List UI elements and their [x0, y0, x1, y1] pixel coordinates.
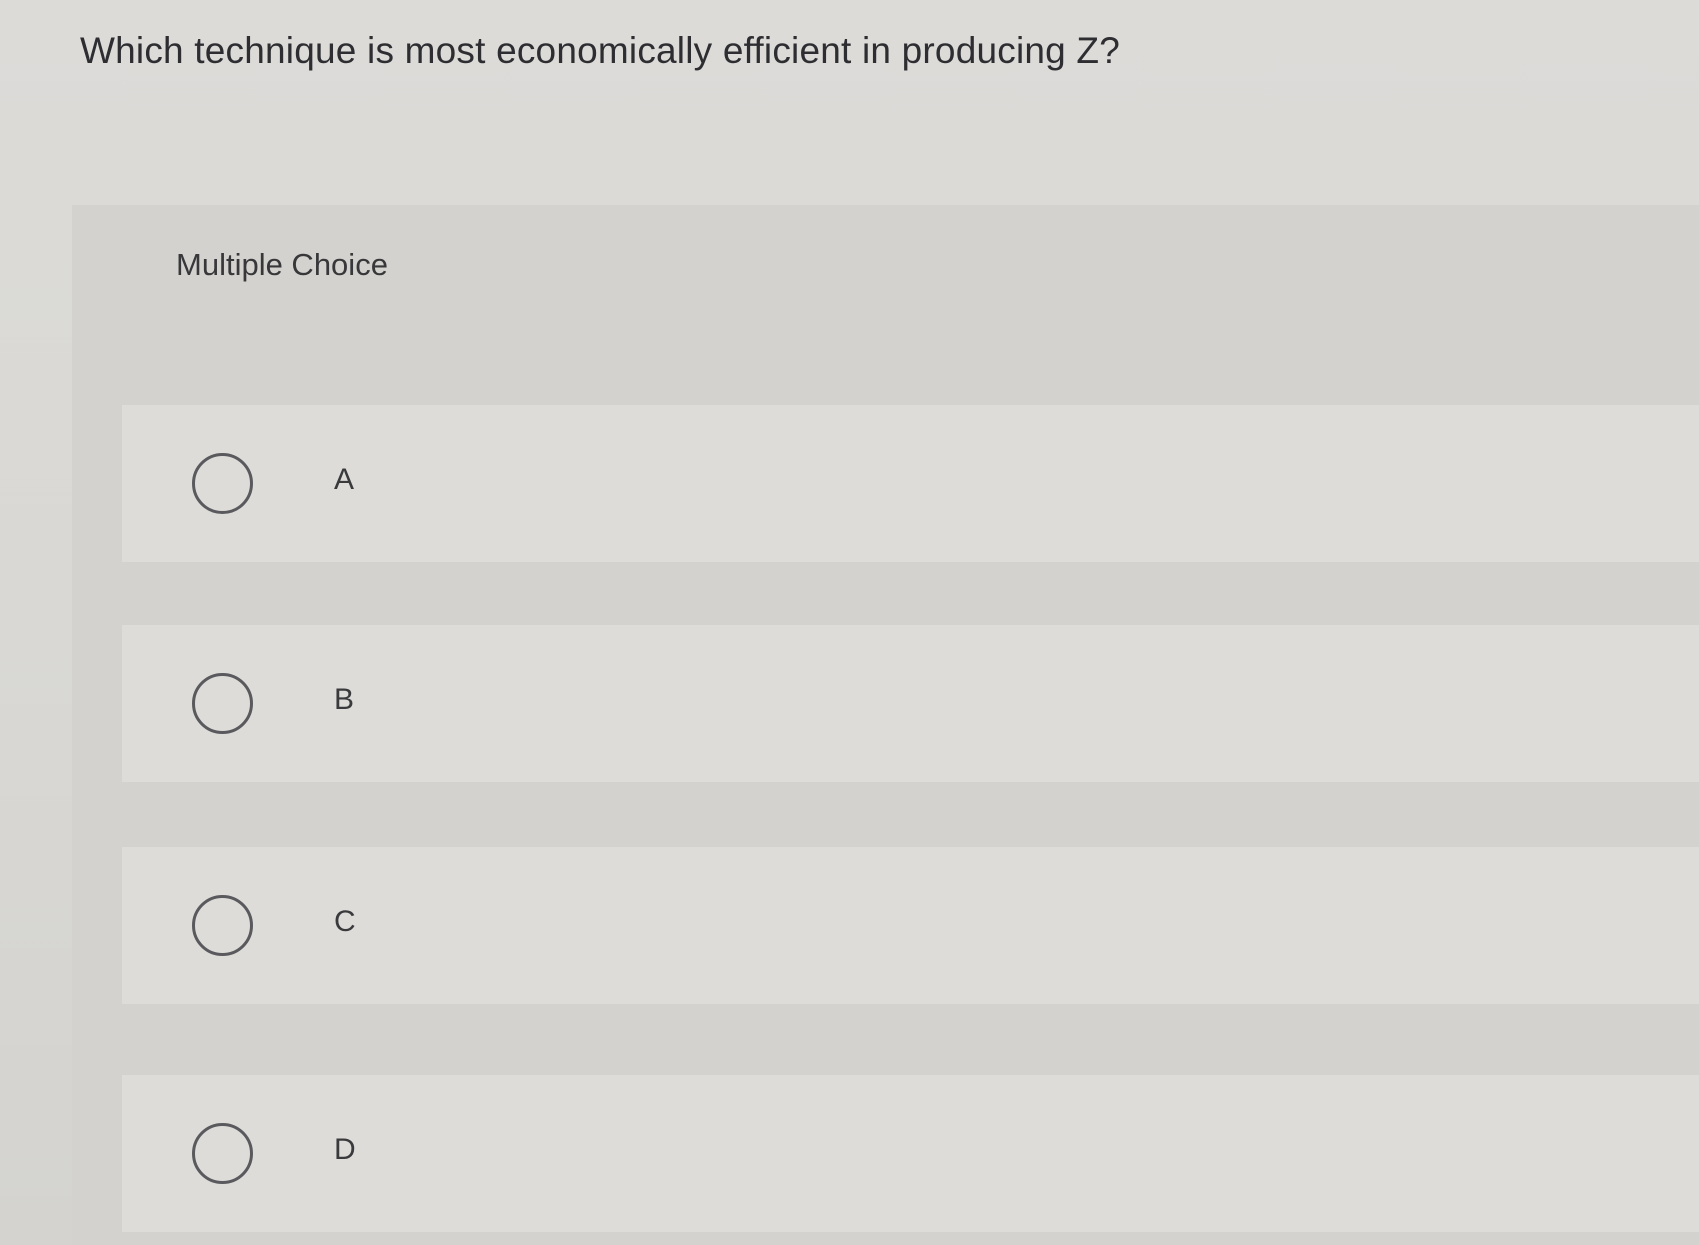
radio-button-b[interactable]: [192, 673, 253, 734]
option-a-label[interactable]: A: [334, 463, 354, 497]
radio-button-d[interactable]: [192, 1123, 253, 1184]
multiple-choice-panel: Multiple Choice A B C D: [72, 205, 1699, 1245]
option-b-label[interactable]: B: [334, 683, 354, 717]
options-list: A B C D: [122, 405, 1699, 1245]
radio-button-a[interactable]: [192, 453, 253, 514]
option-c[interactable]: C: [122, 847, 1699, 1004]
option-b[interactable]: B: [122, 625, 1699, 782]
multiple-choice-label: Multiple Choice: [176, 247, 388, 282]
question-text: Which technique is most economically eff…: [80, 30, 1120, 71]
option-c-label[interactable]: C: [334, 905, 356, 939]
radio-button-c[interactable]: [192, 895, 253, 956]
option-d[interactable]: D: [122, 1075, 1699, 1232]
option-d-label[interactable]: D: [334, 1133, 356, 1167]
option-a[interactable]: A: [122, 405, 1699, 562]
